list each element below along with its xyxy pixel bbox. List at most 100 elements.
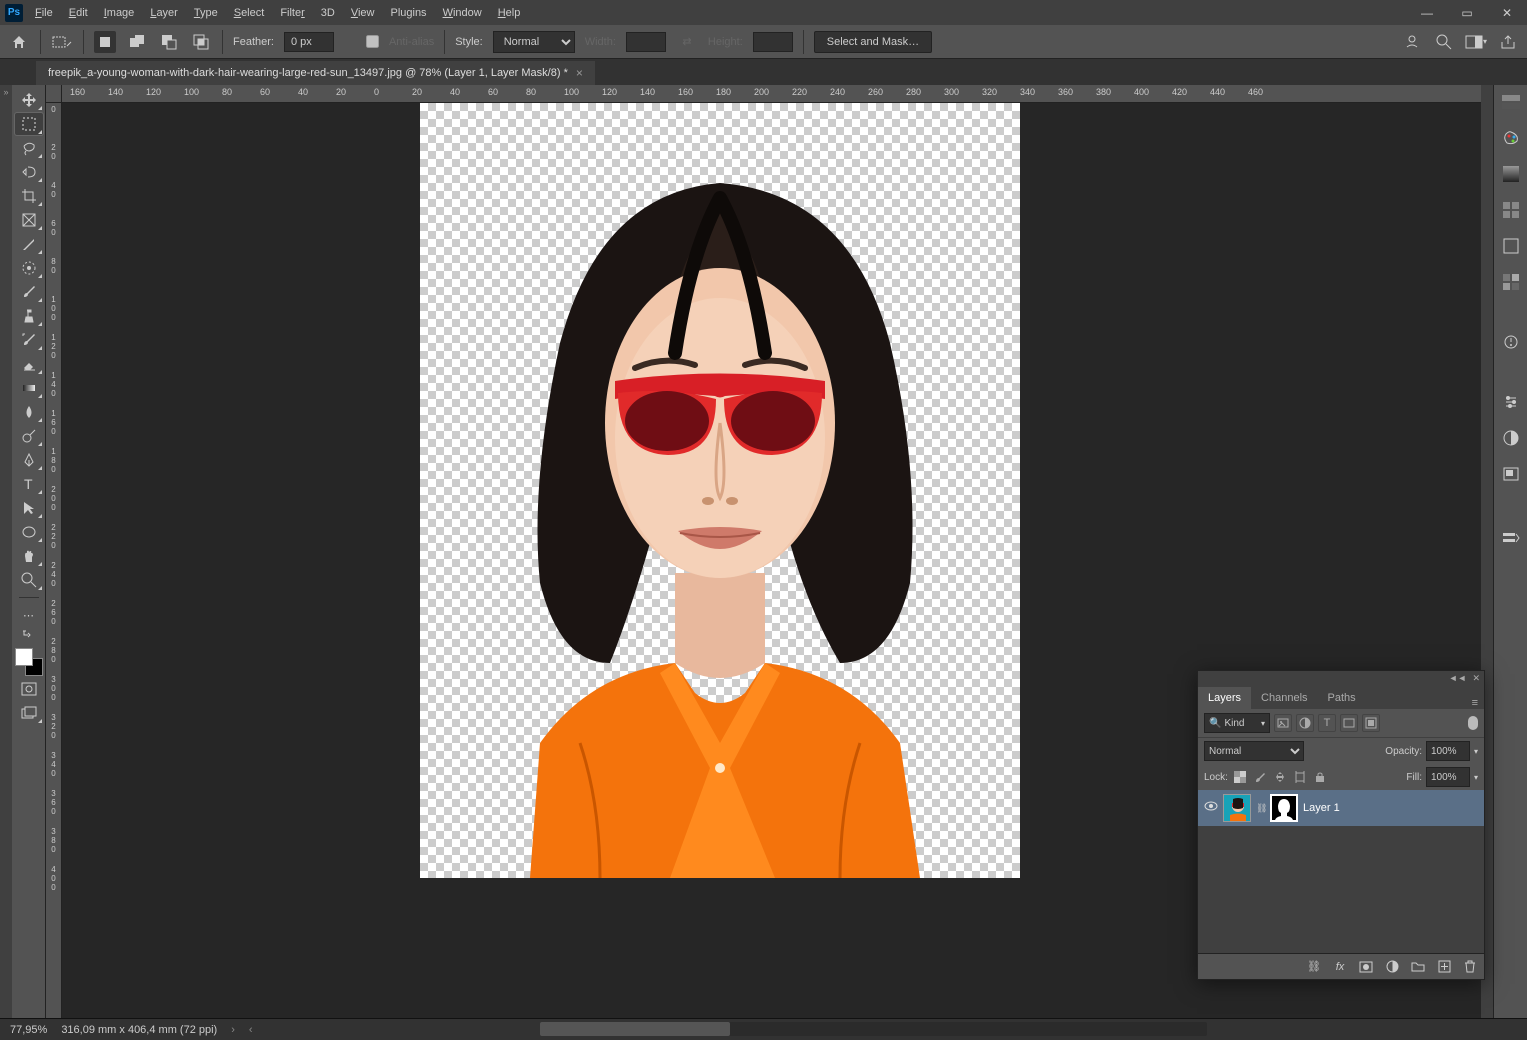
zoom-tool[interactable] (15, 569, 43, 591)
eyedropper-tool[interactable] (15, 233, 43, 255)
minimize-button[interactable]: ― (1407, 0, 1447, 25)
new-group-icon[interactable] (1410, 959, 1426, 975)
share-icon[interactable] (1497, 31, 1519, 53)
filter-shape-icon[interactable] (1340, 714, 1358, 732)
menu-edit[interactable]: Edit (62, 3, 95, 23)
layer-thumbnail[interactable] (1223, 794, 1251, 822)
lock-position-icon[interactable] (1272, 769, 1288, 785)
artboard[interactable] (420, 103, 1020, 878)
panel-adjustments-icon[interactable] (1500, 235, 1522, 257)
maximize-button[interactable]: ▭ (1447, 0, 1487, 25)
vertical-ruler[interactable]: 0204060801001201401601802002202402602803… (46, 103, 61, 1018)
pen-tool[interactable] (15, 449, 43, 471)
marquee-tool[interactable] (15, 113, 43, 135)
add-selection-icon[interactable] (126, 31, 148, 53)
menu-type[interactable]: Type (187, 3, 225, 23)
screen-mode-icon[interactable] (15, 702, 43, 724)
foreground-color-swatch[interactable] (15, 648, 33, 666)
layers-panel[interactable]: ◄◄ ✕ Layers Channels Paths ≡ 🔍Kind▾ T No… (1197, 670, 1485, 980)
layer-mask-thumbnail[interactable] (1270, 794, 1298, 822)
new-layer-icon[interactable] (1436, 959, 1452, 975)
blur-tool[interactable] (15, 401, 43, 423)
scroll-left-icon[interactable]: ‹ (249, 1024, 253, 1036)
layer-item[interactable]: ⛓ Layer 1 (1198, 790, 1484, 826)
layer-style-icon[interactable]: fx (1332, 959, 1348, 975)
horizontal-scrollbar[interactable] (540, 1022, 1207, 1036)
crop-tool[interactable] (15, 185, 43, 207)
panel-actions-icon[interactable] (1500, 527, 1522, 549)
close-tab-icon[interactable]: × (576, 66, 583, 80)
visibility-toggle-icon[interactable] (1204, 801, 1218, 815)
menu-help[interactable]: Help (491, 3, 528, 23)
panel-navigator-icon[interactable] (1500, 463, 1522, 485)
horizontal-ruler[interactable]: 1601401201008060402002040608010012014016… (62, 85, 1481, 103)
layer-name[interactable]: Layer 1 (1303, 802, 1340, 814)
edit-toolbar-icon[interactable]: ⋯ (15, 604, 43, 626)
move-tool[interactable] (15, 89, 43, 111)
menu-plugins[interactable]: Plugins (383, 3, 433, 23)
intersect-selection-icon[interactable] (190, 31, 212, 53)
menu-image[interactable]: Image (97, 3, 142, 23)
lock-artboard-icon[interactable] (1292, 769, 1308, 785)
filter-kind-select[interactable]: 🔍Kind▾ (1204, 713, 1270, 733)
path-selection-tool[interactable] (15, 497, 43, 519)
style-select[interactable]: Normal (493, 31, 575, 53)
subtract-selection-icon[interactable] (158, 31, 180, 53)
panel-halftone-icon[interactable] (1500, 427, 1522, 449)
eraser-tool[interactable] (15, 353, 43, 375)
fill-dropdown-icon[interactable]: ▾ (1474, 773, 1478, 782)
dodge-tool[interactable] (15, 425, 43, 447)
swap-colors-icon[interactable] (15, 628, 43, 642)
tool-preset-icon[interactable] (51, 31, 73, 53)
opacity-input[interactable] (1426, 741, 1470, 761)
panel-gradients-icon[interactable] (1500, 163, 1522, 185)
delete-layer-icon[interactable] (1462, 959, 1478, 975)
lasso-tool[interactable] (15, 137, 43, 159)
lock-all-icon[interactable] (1312, 769, 1328, 785)
history-brush-tool[interactable] (15, 329, 43, 351)
menu-view[interactable]: View (344, 3, 382, 23)
filter-adjust-icon[interactable] (1296, 714, 1314, 732)
panel-patterns-icon[interactable] (1500, 199, 1522, 221)
menu-window[interactable]: Window (436, 3, 489, 23)
frame-tool[interactable] (15, 209, 43, 231)
tab-paths[interactable]: Paths (1318, 687, 1366, 709)
filter-pixel-icon[interactable] (1274, 714, 1292, 732)
workspace-icon[interactable]: ▾ (1465, 31, 1487, 53)
spot-heal-tool[interactable] (15, 257, 43, 279)
fill-input[interactable] (1426, 767, 1470, 787)
home-button[interactable] (8, 31, 30, 53)
panel-swatches-icon[interactable] (1500, 127, 1522, 149)
quick-selection-tool[interactable] (15, 161, 43, 183)
doc-info[interactable]: 316,09 mm x 406,4 mm (72 ppi) (61, 1024, 217, 1036)
close-panel-icon[interactable]: ✕ (1472, 673, 1480, 684)
hand-tool[interactable] (15, 545, 43, 567)
link-layers-icon[interactable]: ⛓ (1306, 959, 1322, 975)
feather-input[interactable] (284, 32, 334, 52)
lock-pixels-icon[interactable] (1252, 769, 1268, 785)
color-swatches[interactable] (15, 648, 43, 676)
type-tool[interactable]: T (15, 473, 43, 495)
close-button[interactable]: ✕ (1487, 0, 1527, 25)
menu-3d[interactable]: 3D (314, 3, 342, 23)
layer-link-icon[interactable]: ⛓ (1256, 803, 1265, 814)
search-icon[interactable] (1433, 31, 1455, 53)
add-mask-icon[interactable] (1358, 959, 1374, 975)
clone-stamp-tool[interactable] (15, 305, 43, 327)
quick-mask-icon[interactable] (15, 678, 43, 700)
filter-toggle[interactable] (1468, 716, 1478, 730)
collapse-panel-icon[interactable]: ◄◄ (1449, 673, 1467, 683)
document-tab[interactable]: freepik_a-young-woman-with-dark-hair-wea… (36, 61, 595, 85)
panel-color-icon[interactable] (1500, 91, 1522, 113)
tab-layers[interactable]: Layers (1198, 687, 1251, 709)
shape-tool[interactable] (15, 521, 43, 543)
filter-smart-icon[interactable] (1362, 714, 1380, 732)
panel-styles-icon[interactable] (1500, 271, 1522, 293)
cloud-docs-icon[interactable] (1401, 31, 1423, 53)
select-and-mask-button[interactable]: Select and Mask… (814, 31, 932, 53)
zoom-level[interactable]: 77,95% (10, 1024, 47, 1036)
brush-tool[interactable] (15, 281, 43, 303)
menu-file[interactable]: FFileile (28, 3, 60, 23)
new-selection-icon[interactable] (94, 31, 116, 53)
menu-select[interactable]: Select (227, 3, 272, 23)
